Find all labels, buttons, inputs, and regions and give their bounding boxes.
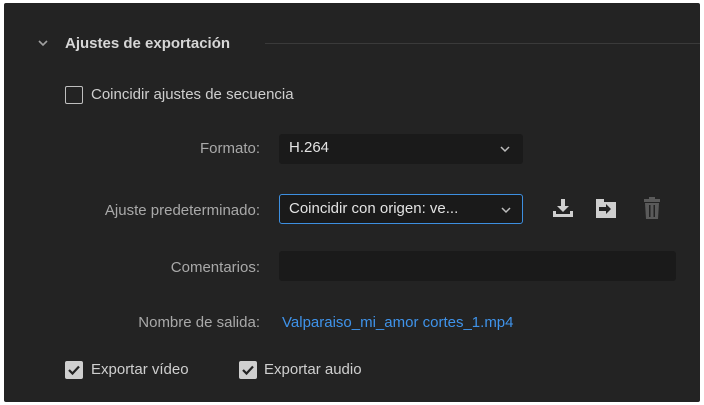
chevron-down-icon [501, 207, 511, 214]
export-audio-checkbox[interactable] [239, 361, 257, 379]
preset-select[interactable]: Coincidir con origen: ve... [279, 194, 523, 224]
checkmark-icon [68, 365, 80, 376]
import-preset-icon[interactable] [594, 196, 618, 220]
preset-label: Ajuste predeterminado: [104, 202, 260, 219]
export-video-checkbox[interactable] [65, 361, 83, 379]
section-title[interactable]: Ajustes de exportación [65, 34, 230, 54]
save-preset-icon[interactable] [551, 196, 575, 220]
match-sequence-label[interactable]: Coincidir ajustes de secuencia [91, 85, 294, 105]
export-video-label[interactable]: Exportar vídeo [91, 360, 189, 380]
format-select[interactable]: H.264 [279, 134, 523, 164]
section-divider [265, 43, 700, 44]
chevron-down-icon[interactable] [36, 36, 50, 50]
export-audio-label[interactable]: Exportar audio [264, 360, 362, 380]
comments-input[interactable] [279, 251, 676, 281]
delete-preset-icon[interactable] [640, 196, 664, 220]
format-value: H.264 [289, 139, 330, 156]
comments-label: Comentarios: [170, 259, 260, 276]
output-name-label: Nombre de salida: [138, 314, 260, 331]
preset-value: Coincidir con origen: ve... [289, 200, 459, 217]
output-name-link[interactable]: Valparaiso_mi_amor cortes_1.mp4 [282, 313, 514, 333]
match-sequence-checkbox[interactable] [65, 86, 83, 104]
format-label: Formato: [199, 140, 260, 157]
chevron-down-icon [500, 146, 510, 153]
checkmark-icon [242, 365, 254, 376]
